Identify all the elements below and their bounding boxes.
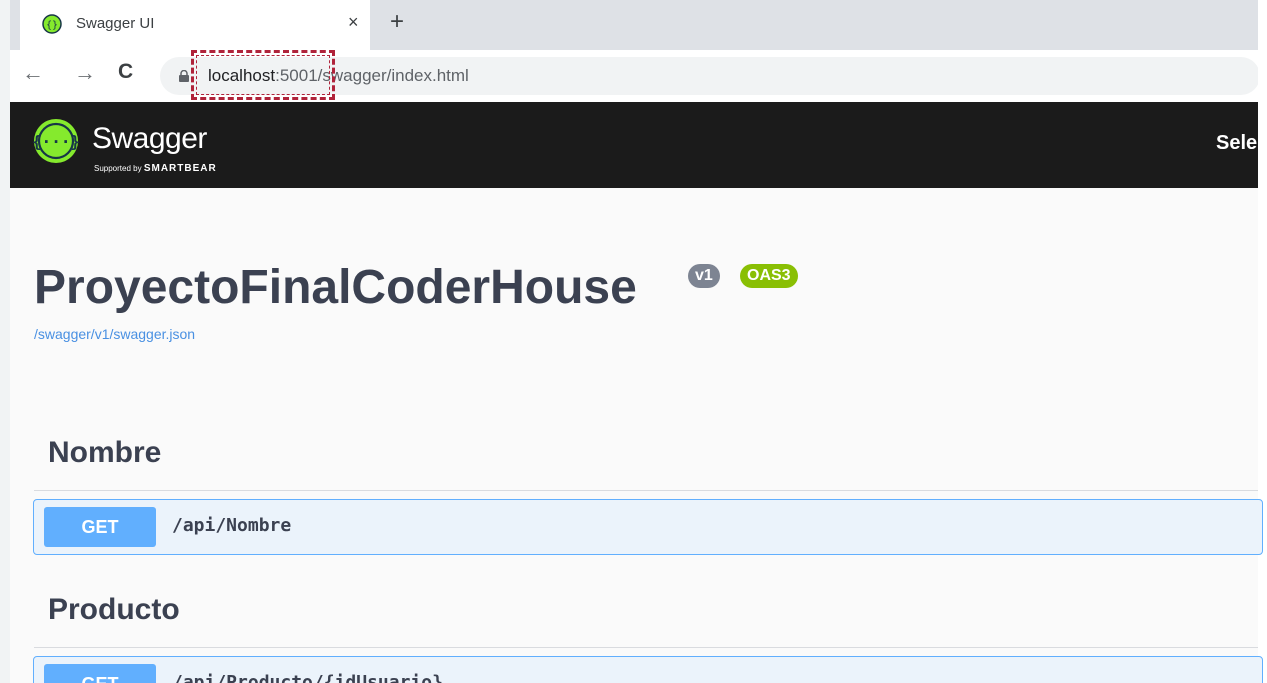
svg-text:{···}: {···} [33, 132, 79, 151]
url-path: /swagger/index.html [317, 66, 469, 85]
lock-icon [179, 70, 189, 82]
tag-divider [34, 647, 1258, 648]
swagger-logo-icon: {···} [33, 119, 79, 163]
operation-get-nombre[interactable]: GET /api/Nombre [33, 499, 1263, 555]
new-tab-icon[interactable]: + [390, 8, 404, 36]
tag-title-nombre[interactable]: Nombre [48, 436, 161, 470]
swagger-main: ProyectoFinalCoderHouse v1 OAS3 /swagger… [10, 188, 1263, 683]
tab-close-icon[interactable]: × [348, 12, 359, 33]
svg-text:{}: {} [46, 20, 58, 31]
select-definition-label: Sele [1216, 132, 1258, 154]
method-badge: GET [44, 664, 156, 683]
api-title: ProyectoFinalCoderHouse [34, 261, 637, 314]
highlight-annotation [191, 50, 335, 100]
operation-get-producto[interactable]: GET /api/Producto/{idUsuario} [33, 656, 1263, 683]
version-badge: v1 [688, 264, 720, 288]
tab-swagger-ui[interactable]: {} Swagger UI × [20, 0, 370, 50]
tab-bar: {} Swagger UI × + [10, 0, 1258, 50]
window-edge-right [1258, 0, 1267, 683]
operation-path: /api/Producto/{idUsuario} [172, 672, 443, 683]
swagger-favicon-icon: {} [42, 14, 62, 34]
swagger-logo-subtitle: Supported by SMARTBEAR [94, 163, 217, 174]
spec-link[interactable]: /swagger/v1/swagger.json [34, 326, 195, 342]
oas-badge: OAS3 [740, 264, 798, 288]
browser-window: {} Swagger UI × + ← → C localhost:5001/s… [0, 0, 1267, 683]
method-badge: GET [44, 507, 156, 547]
swagger-logo-text: Swagger [92, 122, 207, 155]
window-edge [0, 0, 10, 683]
back-icon[interactable]: ← [22, 60, 44, 86]
logo-sub-brand: SMARTBEAR [143, 163, 217, 174]
tag-divider [34, 490, 1258, 491]
tag-title-producto[interactable]: Producto [48, 593, 180, 627]
tab-title: Swagger UI [76, 15, 155, 32]
logo-sub-prefix: Supported by [94, 164, 144, 173]
forward-icon[interactable]: → [74, 60, 96, 86]
swagger-topbar: {···} Swagger Supported by SMARTBEAR Sel… [10, 102, 1258, 188]
operation-path: /api/Nombre [172, 515, 292, 536]
reload-icon[interactable]: C [118, 60, 133, 84]
